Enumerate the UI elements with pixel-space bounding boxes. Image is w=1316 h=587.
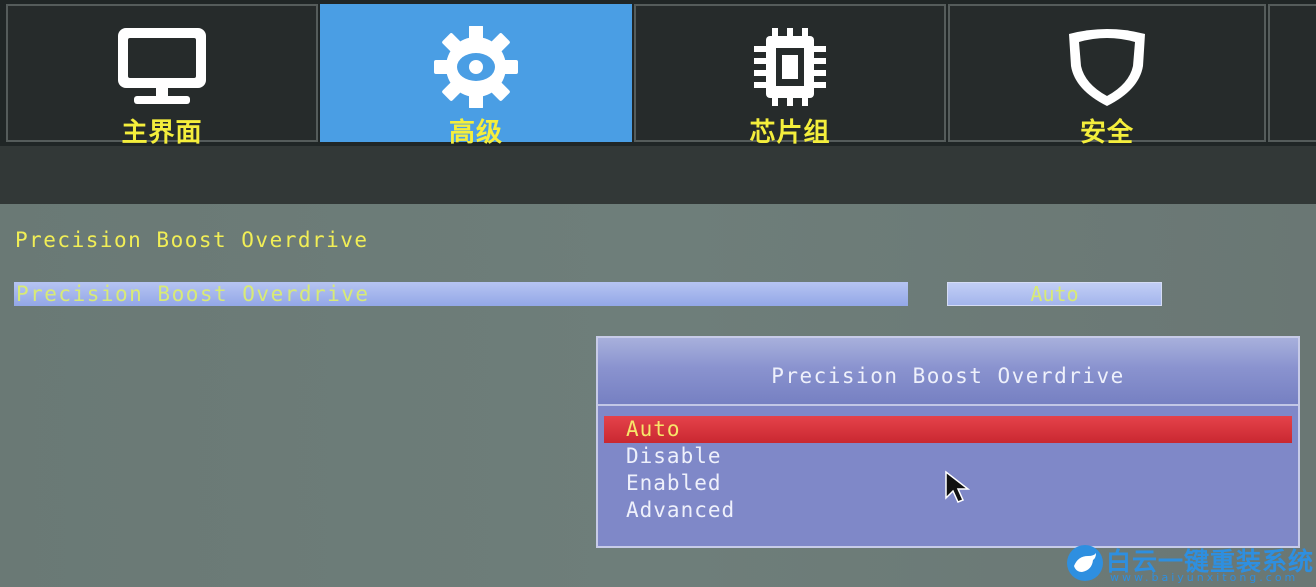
setting-label: Precision Boost Overdrive bbox=[16, 282, 370, 306]
tab-security[interactable]: 安全 bbox=[948, 4, 1266, 148]
tab-label: 主界面 bbox=[121, 118, 203, 148]
option-disable[interactable]: Disable bbox=[604, 443, 1292, 470]
popup-header: Precision Boost Overdrive bbox=[598, 338, 1298, 406]
watermark-url: www.baiyunxitong.com bbox=[1110, 571, 1299, 584]
tab-label: 芯片组 bbox=[749, 118, 831, 148]
shield-icon bbox=[1069, 29, 1145, 106]
setting-value-pbo[interactable]: Auto bbox=[947, 282, 1162, 306]
chip-icon bbox=[754, 28, 826, 106]
tab-label: 安全 bbox=[1079, 118, 1134, 148]
tab-advanced[interactable]: 高级 bbox=[320, 4, 632, 148]
option-auto[interactable]: Auto bbox=[604, 416, 1292, 443]
option-popup: Precision Boost Overdrive Auto Disable E… bbox=[596, 336, 1300, 548]
popup-title: Precision Boost Overdrive bbox=[771, 364, 1125, 388]
gear-icon bbox=[434, 26, 518, 108]
top-tab-bar: 主界面 高级 芯片组 安全 bbox=[0, 0, 1316, 148]
monitor-icon bbox=[118, 28, 206, 104]
tab-label: 高级 bbox=[448, 118, 503, 148]
sub-header-bar bbox=[0, 146, 1316, 204]
bird-logo-icon bbox=[1067, 545, 1103, 581]
bios-screen: 主界面 高级 芯片组 安全 Precision Boost Overdrive … bbox=[0, 0, 1316, 587]
tab-partial[interactable] bbox=[1268, 4, 1316, 142]
section-title: Precision Boost Overdrive bbox=[15, 228, 369, 252]
tab-chipset[interactable]: 芯片组 bbox=[634, 4, 946, 148]
watermark: 白云一键重装系统 www.baiyunxitong.com bbox=[1062, 540, 1316, 587]
setting-row-pbo[interactable]: Precision Boost Overdrive bbox=[14, 282, 908, 306]
tab-main[interactable]: 主界面 bbox=[6, 4, 318, 148]
mouse-cursor-icon bbox=[945, 470, 970, 503]
